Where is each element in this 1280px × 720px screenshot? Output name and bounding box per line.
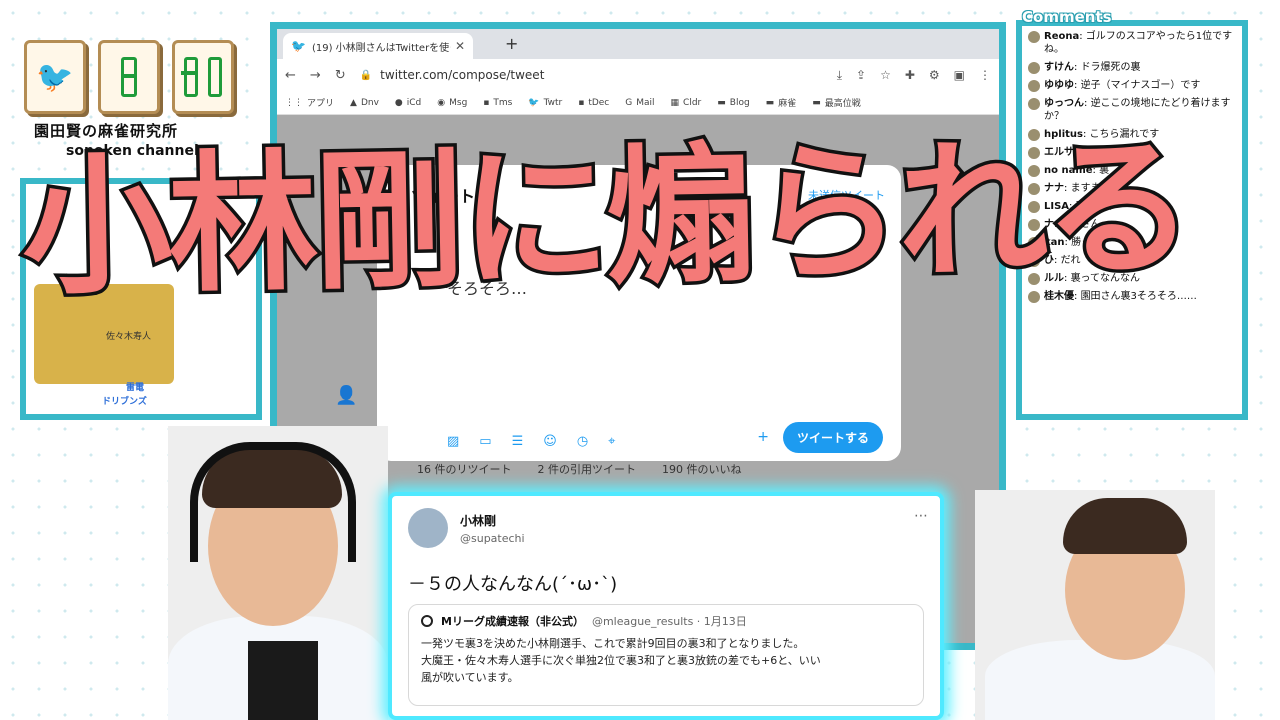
- bookmark-apps[interactable]: ⋮⋮ アプリ: [285, 96, 334, 110]
- lock-icon: 🔒: [359, 69, 373, 81]
- apps-grid-icon: ⋮⋮: [285, 97, 303, 108]
- retweet-count[interactable]: 16 件のリツイート: [417, 461, 512, 477]
- highlighted-tweet: 小林剛 @supatechi ⋯ －５の人なんなん(´･ω･`) Mリーグ成績速…: [388, 492, 944, 720]
- twitter-bookmark-icon: 🐦: [528, 97, 540, 108]
- download-icon[interactable]: ⤓: [837, 68, 842, 83]
- folder-icon: ▬: [812, 97, 821, 108]
- bookmark-msg[interactable]: ◉ Msg: [437, 98, 467, 108]
- quote-count[interactable]: 2 件の引用ツイート: [538, 461, 637, 477]
- hair: [1063, 498, 1187, 554]
- browser-tab[interactable]: 🐦 (19) 小林剛さんはTwitterを使ってい ✕: [283, 33, 473, 59]
- compose-tools: ▨ ▭ ☰ ☺ ◷ ⌖: [447, 434, 615, 449]
- image-icon[interactable]: ▨: [447, 434, 459, 449]
- browser-toolbar: ← → ↻ 🔒 twitter.com/compose/tweet ⤓ ⇪ ☆ …: [277, 59, 999, 91]
- bookmarks-bar: ⋮⋮ アプリ ▲ Dnv ● iCd ◉ Msg ▪ Tms 🐦 Twtr ▪ tDec GM…: [277, 91, 999, 115]
- bookmark-mahjong[interactable]: ▬ 麻雀: [765, 96, 797, 110]
- teams-icon: ▪: [483, 97, 490, 108]
- tweet-text: －５の人なんなん(´･ω･`): [408, 574, 618, 595]
- shirt: [248, 641, 318, 720]
- quoted-account-handle: @mleague_results · 1月13日: [591, 615, 747, 628]
- drive-icon: ▲: [350, 97, 357, 108]
- avatar: [1028, 31, 1040, 43]
- webcam-left: [168, 426, 388, 720]
- new-tab-icon[interactable]: +: [505, 34, 518, 53]
- share-icon[interactable]: ⇪: [856, 68, 866, 83]
- bamboo-two-tile-icon: [172, 40, 234, 114]
- star-icon[interactable]: ☆: [880, 68, 891, 83]
- comment-item: ゆゆゆ: 逆子（マイナスゴー）です: [1028, 79, 1236, 92]
- tweetdeck-icon: ▪: [578, 97, 585, 108]
- avatar: [1028, 98, 1040, 110]
- player-card-name: 佐々木寿人: [106, 332, 152, 342]
- bamboo-tile-icon: [98, 40, 160, 114]
- add-tweet-icon[interactable]: +: [757, 429, 769, 445]
- bookmark-tdec[interactable]: ▪ tDec: [578, 98, 609, 108]
- quoted-tweet[interactable]: Mリーグ成績速報（非公式） @mleague_results · 1月13日 一…: [408, 604, 924, 706]
- like-count[interactable]: 190 件のいいね: [662, 461, 742, 477]
- team-sub-name: ドリブンズ: [102, 397, 147, 407]
- bookmark-saikouisen[interactable]: ▬ 最高位戦: [812, 96, 861, 110]
- webcam-right: [975, 490, 1215, 720]
- location-icon[interactable]: ⌖: [608, 434, 615, 449]
- bookmark-tms[interactable]: ▪ Tms: [483, 98, 512, 108]
- comment-item: すけん: ドラ爆死の裏: [1028, 61, 1236, 74]
- twitter-icon: 🐦: [291, 39, 306, 53]
- sidebar-icon[interactable]: ▣: [954, 68, 965, 83]
- comment-item: Reona: ゴルフのスコアやったら1位ですね。: [1028, 30, 1236, 56]
- gif-icon[interactable]: ▭: [479, 434, 491, 449]
- tab-title: (19) 小林剛さんはTwitterを使ってい: [311, 42, 451, 54]
- team-name: 雷電: [126, 383, 145, 393]
- menu-icon[interactable]: ⋮: [979, 68, 991, 83]
- m-league-icon: [421, 615, 433, 627]
- tweet-author-handle[interactable]: @supatechi: [460, 532, 525, 545]
- poll-icon[interactable]: ☰: [512, 434, 524, 449]
- back-icon[interactable]: ←: [285, 68, 296, 83]
- bookmark-icd[interactable]: ● iCd: [395, 98, 421, 108]
- bookmark-mail[interactable]: G Mail: [625, 98, 654, 108]
- calendar-icon: ▦: [670, 97, 680, 108]
- tweet-author-name[interactable]: 小林剛: [460, 512, 496, 529]
- avatar: [1028, 62, 1040, 74]
- folder-icon: ▬: [717, 97, 726, 108]
- extension-plus-icon[interactable]: ✚: [905, 68, 915, 83]
- avatar: [1028, 80, 1040, 92]
- emoji-icon[interactable]: ☺: [543, 434, 557, 449]
- google-icon: G: [625, 97, 633, 108]
- video-caption: 小林剛に煽られる: [17, 118, 1195, 319]
- bookmark-blog[interactable]: ▬ Blog: [717, 98, 749, 108]
- bird-tile-icon: 🐦: [24, 40, 86, 114]
- forward-icon[interactable]: →: [310, 68, 321, 83]
- bookmark-dnv[interactable]: ▲ Dnv: [350, 98, 379, 108]
- quoted-tweet-text: 一発ツモ裏3を決めた小林剛選手、これで累計9回目の裏3和了となりました。 大魔王…: [421, 637, 821, 684]
- bookmark-twtr[interactable]: 🐦 Twtr: [528, 98, 562, 108]
- address-bar[interactable]: 🔒 twitter.com/compose/tweet: [360, 68, 823, 82]
- reload-icon[interactable]: ↻: [335, 68, 346, 83]
- headphones-icon: [190, 442, 356, 562]
- url-text: twitter.com/compose/tweet: [380, 68, 545, 82]
- folder-icon: ▬: [765, 97, 775, 108]
- schedule-icon[interactable]: ◷: [577, 434, 588, 449]
- quoted-account-name: Mリーグ成績速報（非公式）: [441, 615, 584, 628]
- extensions-area: ⤓ ⇪ ☆ ✚ ⚙ ▣ ⋮: [837, 68, 991, 83]
- avatar: [408, 508, 448, 548]
- bookmark-cldr[interactable]: ▦ Cldr: [671, 98, 702, 108]
- profile-icon[interactable]: 👤: [335, 385, 357, 406]
- tweet-button[interactable]: ツイートする: [782, 422, 883, 453]
- messenger-icon: ◉: [437, 97, 446, 108]
- comments-title: Comments: [1022, 8, 1112, 26]
- tweet-stats: 16 件のリツイート 2 件の引用ツイート 190 件のいいね: [417, 461, 742, 477]
- quoted-tweet-header: Mリーグ成績速報（非公式） @mleague_results · 1月13日: [421, 613, 911, 629]
- mahjong-tile-logo: 🐦: [24, 40, 234, 114]
- apple-icon: ●: [394, 97, 403, 108]
- tab-bar: 🐦 (19) 小林剛さんはTwitterを使ってい ✕ +: [277, 29, 999, 59]
- close-tab-icon[interactable]: ✕: [455, 39, 465, 53]
- puzzle-icon[interactable]: ⚙: [929, 68, 940, 83]
- more-options-icon[interactable]: ⋯: [914, 508, 928, 524]
